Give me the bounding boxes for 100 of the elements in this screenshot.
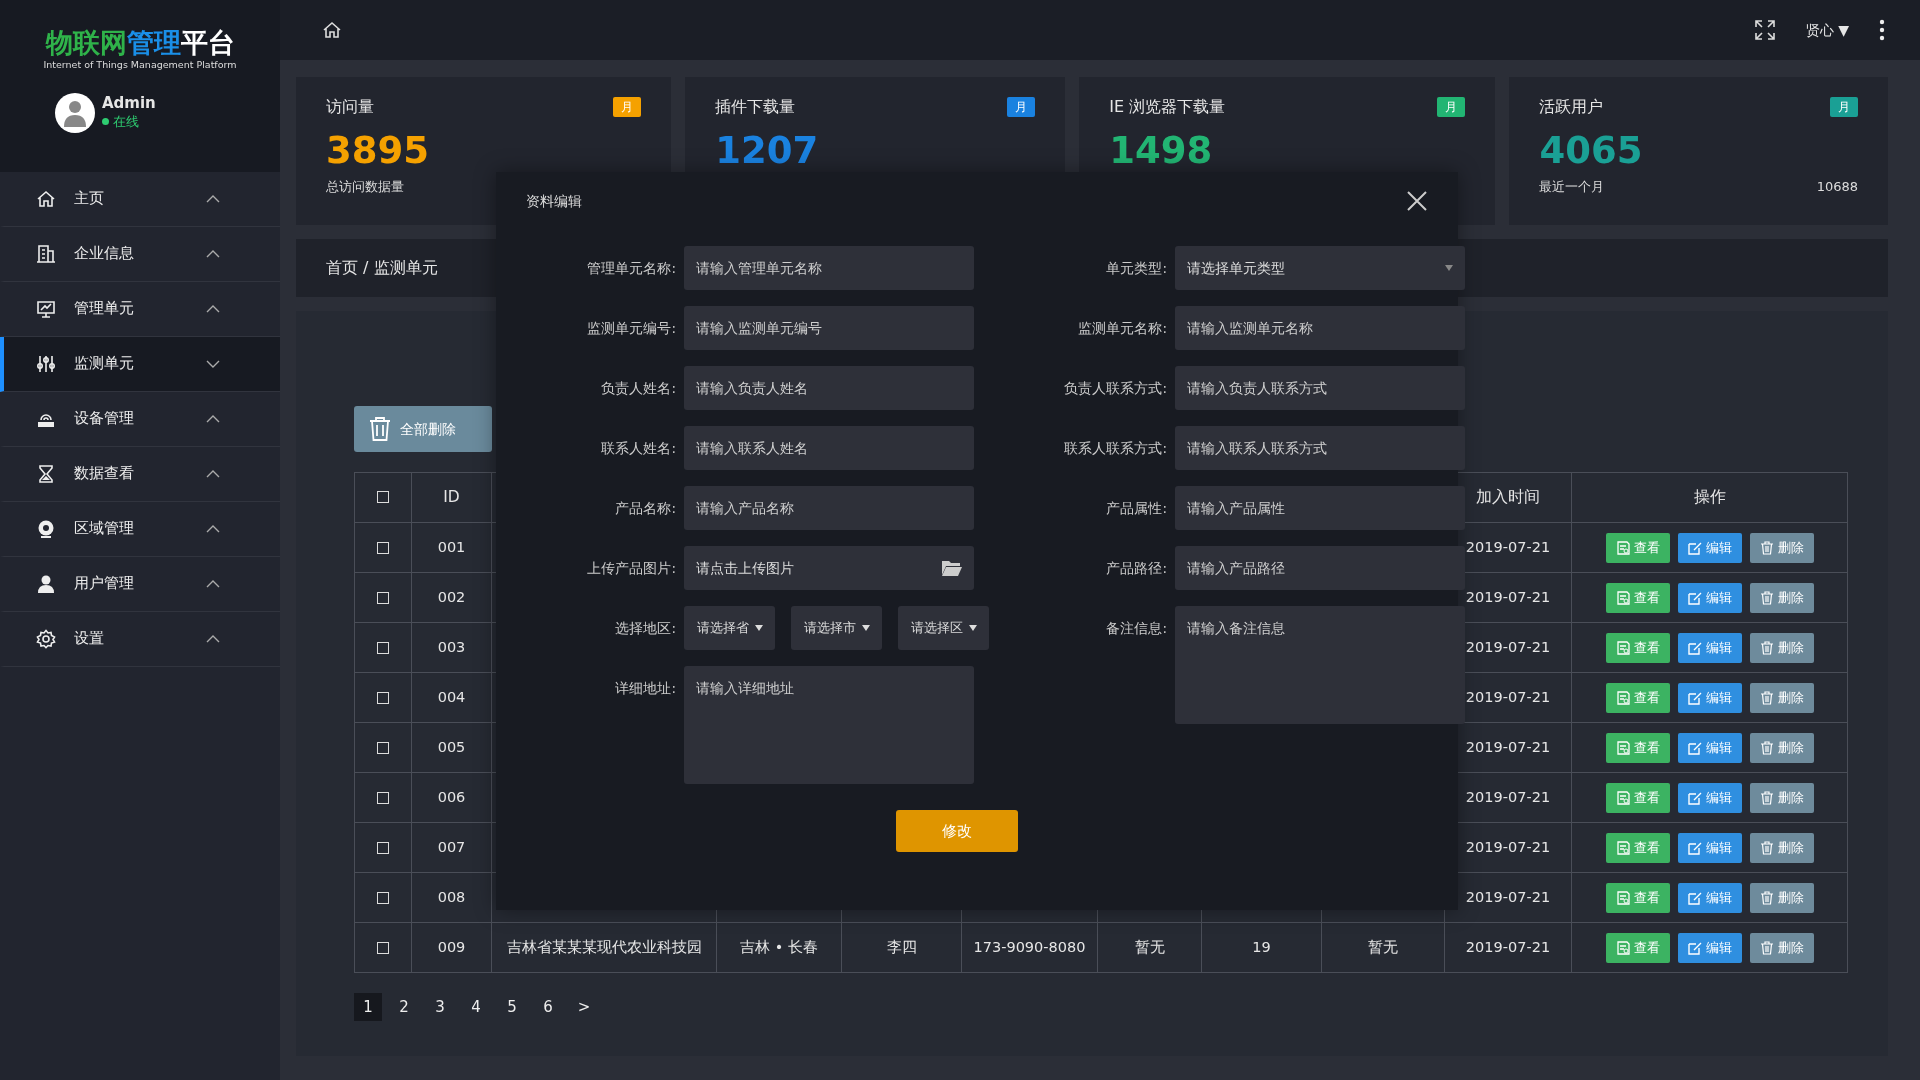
checkbox[interactable] (377, 891, 389, 904)
view-button[interactable]: 查看 (1605, 882, 1670, 913)
delete-button[interactable]: 删除 (1749, 832, 1814, 863)
view-button[interactable]: 查看 (1605, 782, 1670, 813)
sidebar-item[interactable]: 区域管理 (0, 502, 280, 557)
edit-button[interactable]: 编辑 (1677, 632, 1742, 663)
sidebar-item[interactable]: 主页 (0, 172, 280, 227)
trash-icon (1759, 890, 1774, 905)
sidebar-item[interactable]: 用户管理 (0, 557, 280, 612)
view-button[interactable]: 查看 (1605, 632, 1670, 663)
trash-icon (1759, 690, 1774, 705)
select-field[interactable]: 请选择省 (684, 606, 775, 650)
delete-button[interactable]: 删除 (1749, 532, 1814, 563)
page-link[interactable]: 2 (390, 993, 418, 1021)
delete-button[interactable]: 删除 (1749, 882, 1814, 913)
table-cell: 2019-07-21 (1465, 888, 1551, 905)
sidebar-item[interactable]: 企业信息 (0, 227, 280, 282)
field-label: 备注信息: (1105, 619, 1167, 638)
delete-button[interactable]: 删除 (1749, 632, 1814, 663)
table-cell: 2019-07-21 (1465, 638, 1551, 655)
input-field[interactable]: 请输入监测单元编号 (684, 306, 974, 350)
table-cell: 李四 (886, 938, 917, 955)
input-field[interactable]: 请输入联系人姓名 (684, 426, 974, 470)
input-field[interactable]: 请输入产品路径 (1175, 546, 1465, 590)
checkbox[interactable] (377, 841, 389, 854)
caret-icon (968, 625, 977, 631)
delete-button[interactable]: 删除 (1749, 782, 1814, 813)
user-menu[interactable]: 贤心 ▼ (1805, 19, 1849, 41)
sidebar-item[interactable]: 设备管理 (0, 392, 280, 447)
input-field[interactable]: 请输入管理单元名称 (684, 246, 974, 290)
edit-button[interactable]: 编辑 (1677, 832, 1742, 863)
page-link[interactable]: 5 (498, 993, 526, 1021)
view-button[interactable]: 查看 (1605, 582, 1670, 613)
trash-icon (1759, 540, 1774, 555)
view-button[interactable]: 查看 (1605, 832, 1670, 863)
table-cell: 007 (437, 838, 466, 855)
field-label: 单元类型: (1105, 259, 1167, 278)
page-link[interactable]: 4 (462, 993, 490, 1021)
sidebar-item[interactable]: 数据查看 (0, 447, 280, 502)
input-field[interactable]: 请输入负责人联系方式 (1175, 366, 1465, 410)
view-button[interactable]: 查看 (1605, 532, 1670, 563)
sidebar-item[interactable]: 监测单元 (0, 337, 280, 392)
field-label: 产品属性: (1105, 499, 1167, 518)
input-field[interactable]: 请输入负责人姓名 (684, 366, 974, 410)
delete-all-button[interactable]: 全部删除 (354, 406, 492, 452)
edit-button[interactable]: 编辑 (1677, 882, 1742, 913)
sidebar-item[interactable]: 设置 (0, 612, 280, 667)
fullscreen-icon[interactable] (1753, 19, 1776, 41)
field-label: 负责人联系方式: (1063, 379, 1167, 398)
delete-button[interactable]: 删除 (1749, 732, 1814, 763)
checkbox[interactable] (377, 941, 389, 954)
edit-button[interactable]: 编辑 (1677, 782, 1742, 813)
input-field[interactable]: 请输入产品属性 (1175, 486, 1465, 530)
page-link[interactable]: 3 (426, 993, 454, 1021)
select-field[interactable]: 请选择区 (898, 606, 989, 650)
close-icon[interactable] (1406, 190, 1428, 212)
checkbox[interactable] (377, 641, 389, 654)
page-link[interactable]: 1 (354, 993, 382, 1021)
edit-button[interactable]: 编辑 (1677, 532, 1742, 563)
upload-field[interactable]: 请点击上传图片 (684, 546, 974, 590)
select-field[interactable]: 请选择单元类型 (1175, 246, 1465, 290)
table-cell: 暂无 (1134, 938, 1165, 955)
column-header: 加入时间 (1476, 487, 1540, 506)
home-icon[interactable] (322, 20, 342, 40)
document-icon (1615, 940, 1630, 955)
checkbox[interactable] (377, 791, 389, 804)
table-cell: 2019-07-21 (1465, 738, 1551, 755)
more-icon[interactable] (1879, 19, 1885, 41)
view-button[interactable]: 查看 (1605, 932, 1670, 963)
checkbox[interactable] (377, 541, 389, 554)
view-button[interactable]: 查看 (1605, 682, 1670, 713)
checkbox[interactable] (377, 491, 389, 504)
edit-button[interactable]: 编辑 (1677, 582, 1742, 613)
page-link[interactable]: 6 (534, 993, 562, 1021)
column-header: ID (443, 487, 460, 506)
edit-button[interactable]: 编辑 (1677, 682, 1742, 713)
field-label: 监测单元名称: (1077, 319, 1167, 338)
table-cell: 2019-07-21 (1465, 538, 1551, 555)
view-button[interactable]: 查看 (1605, 732, 1670, 763)
edit-button[interactable]: 编辑 (1677, 732, 1742, 763)
checkbox[interactable] (377, 741, 389, 754)
stat-value: 1498 (1109, 129, 1214, 174)
input-field[interactable]: 请输入联系人联系方式 (1175, 426, 1465, 470)
text-area[interactable]: 请输入详细地址 (684, 666, 974, 784)
select-field[interactable]: 请选择市 (791, 606, 882, 650)
delete-button[interactable]: 删除 (1749, 682, 1814, 713)
field-label: 详细地址: (614, 679, 676, 698)
caret-icon (1445, 265, 1453, 271)
text-area[interactable]: 请输入备注信息 (1175, 606, 1465, 724)
input-field[interactable]: 请输入产品名称 (684, 486, 974, 530)
user-name: Admin (102, 94, 156, 113)
page-link[interactable]: > (570, 993, 598, 1021)
field-label: 负责人姓名: (600, 379, 676, 398)
delete-button[interactable]: 删除 (1749, 582, 1814, 613)
delete-button[interactable]: 删除 (1749, 932, 1814, 963)
checkbox[interactable] (377, 591, 389, 604)
edit-button[interactable]: 编辑 (1677, 932, 1742, 963)
submit-button[interactable]: 修改 (896, 810, 1018, 852)
input-field[interactable]: 请输入监测单元名称 (1175, 306, 1465, 350)
checkbox[interactable] (377, 691, 389, 704)
